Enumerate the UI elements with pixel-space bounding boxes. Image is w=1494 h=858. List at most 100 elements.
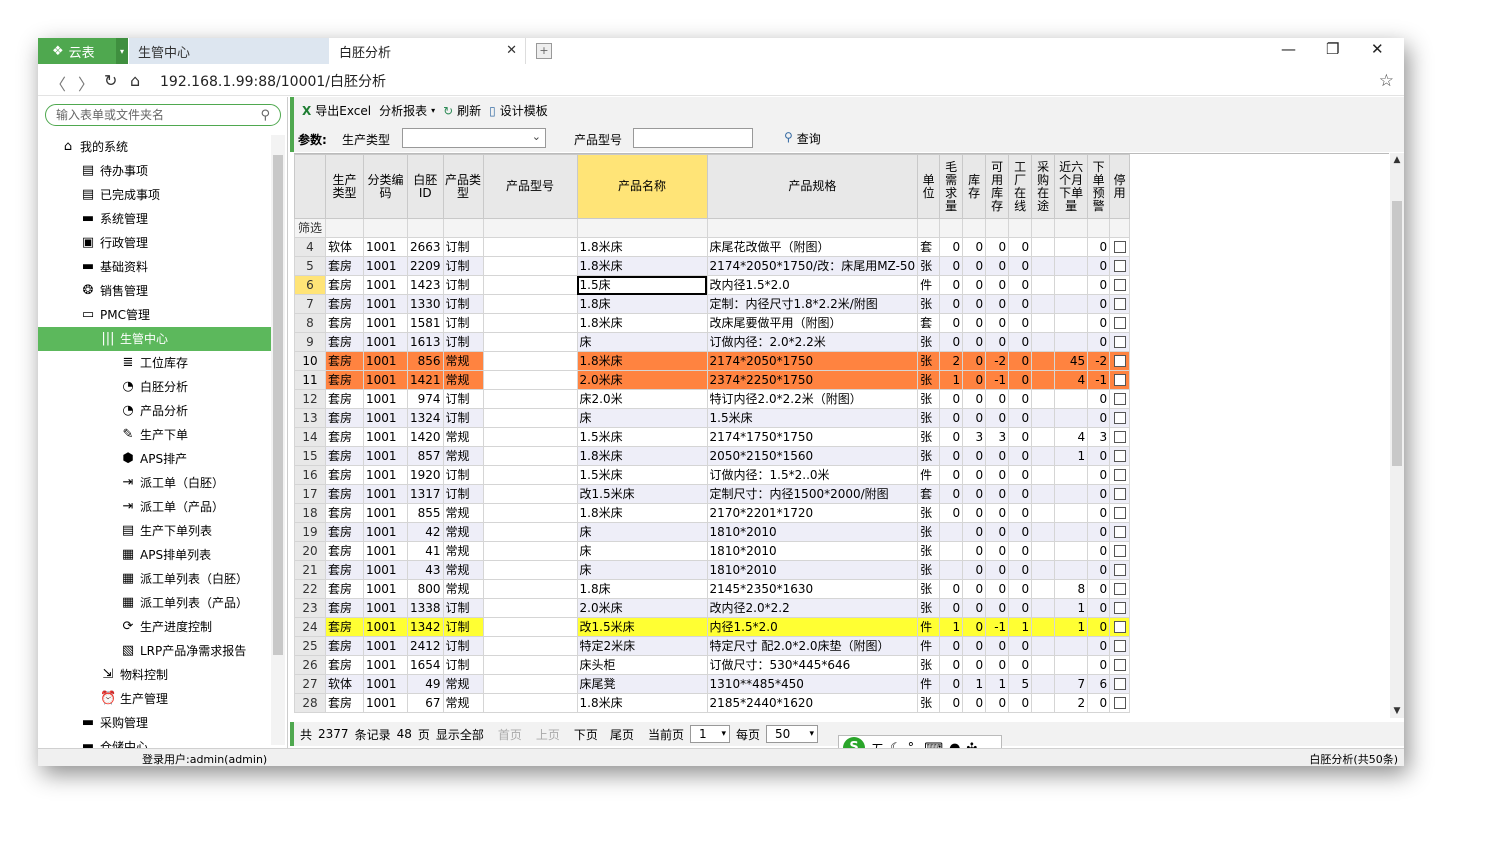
table-row[interactable]: 27 软体 1001 49 常规 床尾凳 1310**485*450 件 0 1 1 5 7 6 [294,674,1131,694]
disabled-checkbox[interactable] [1113,336,1126,348]
sidebar-item[interactable]: ||| 生管中心 [38,327,271,351]
table-row[interactable]: 17 套房 1001 1317 订制 改1.5米床 定制尺寸：内径1500*2000/附图套… [294,484,1131,504]
cell-stock[interactable]: 0 [962,465,987,485]
cell-six[interactable] [1054,522,1089,542]
cell-t[interactable]: 套房 [325,617,364,637]
cell-line[interactable]: 0 [1008,294,1033,314]
row-number[interactable]: 17 [294,484,326,504]
cell-spec[interactable]: 内径1.5*2.0 [706,617,919,637]
cell-gross[interactable]: 0 [939,446,964,466]
sidebar-item[interactable]: ▬ 系统管理 [38,207,271,231]
cell-six[interactable] [1054,332,1089,352]
cell-id[interactable]: 42 [407,522,444,542]
cell-avail[interactable]: 0 [985,636,1010,656]
table-row[interactable]: 9 套房 1001 1613 订制床订做内径：2.0*2.2米张 0 0 0 0 0 [294,332,1131,352]
column-header[interactable]: 毛需求量 [939,154,964,219]
column-header[interactable]: 生产类型 [325,154,364,219]
cell-warn[interactable]: 0 [1087,256,1111,276]
disabled-checkbox[interactable] [1113,545,1126,557]
cell-line[interactable]: 0 [1008,655,1033,675]
cell-warn[interactable]: 3 [1087,427,1111,447]
row-number[interactable]: 6 [294,275,326,295]
cell-avail[interactable]: 0 [985,484,1010,504]
cell-line[interactable]: 0 [1008,446,1033,466]
cell-u[interactable]: 张 [917,503,941,523]
cell-avail[interactable]: 0 [985,693,1010,713]
filter-cell[interactable] [1031,218,1056,238]
row-number[interactable]: 27 [294,674,326,694]
disabled-checkbox[interactable] [1113,697,1126,709]
column-header[interactable]: 下单预警 [1087,154,1111,219]
filter-cell[interactable] [482,218,578,238]
row-number[interactable]: 15 [294,446,326,466]
cell-pt[interactable]: 常规 [442,579,484,599]
cell-spec[interactable]: 特定尺寸 配2.0*2.0床垫（附图） [706,636,919,656]
table-row[interactable]: 26 套房 1001 1654 订制 床头柜 订做尺寸：530*445*646 张 0 0 0 0 0 [294,655,1131,675]
cell-name[interactable]: 床 [576,332,708,352]
restore-icon[interactable]: ❐ [1326,40,1339,58]
cell-six[interactable] [1054,256,1089,276]
cell-c[interactable]: 1001 [363,674,408,694]
cell-gross[interactable]: 0 [939,636,964,656]
cell-six[interactable] [1054,560,1089,580]
cell-c[interactable]: 1001 [363,256,408,276]
cell-line[interactable]: 0 [1008,427,1033,447]
row-number[interactable]: 19 [294,522,326,542]
table-row[interactable]: 20 套房 1001 41 常规床 1810*2010 张 0 0 0 0 [294,541,1131,561]
cell-m[interactable] [482,598,578,618]
cell-spec[interactable]: 2050*2150*1560 [706,446,919,466]
cell-po[interactable] [1031,313,1056,333]
cell-warn[interactable]: 0 [1087,693,1111,713]
cell-warn[interactable]: 0 [1087,522,1111,542]
disabled-checkbox[interactable] [1113,317,1126,329]
per-page-select[interactable]: 50 ▾ [765,725,818,743]
cell-m[interactable] [482,579,578,599]
cell-c[interactable]: 1001 [363,503,408,523]
column-header[interactable]: 近六个月下单量 [1054,154,1089,219]
cell-pt[interactable]: 订制 [442,332,484,352]
cell-pt[interactable]: 常规 [442,370,484,390]
cell-gross[interactable]: 1 [939,370,964,390]
grid-scroll-thumb[interactable] [1392,201,1402,466]
table-row[interactable]: 13 套房 1001 1324 订制床 1.5米床张 0 0 0 0 0 [294,408,1131,428]
cell-t[interactable]: 套房 [325,522,364,542]
cell-stock[interactable]: 0 [962,275,987,295]
design-template-button[interactable]: ▯ 设计模板 [489,102,548,119]
column-header[interactable]: 产品名称 [576,154,708,219]
cell-name[interactable]: 2.0米床 [576,370,708,390]
cell-u[interactable]: 件 [917,465,941,485]
cell-pt[interactable]: 常规 [442,522,484,542]
cell-name[interactable]: 床头柜 [576,655,708,675]
cell-po[interactable] [1031,503,1056,523]
cell-m[interactable] [482,674,578,694]
cell-name[interactable]: 改1.5米床 [576,484,708,504]
cell-gross[interactable]: 0 [939,465,964,485]
minimize-icon[interactable]: — [1281,40,1296,58]
column-header[interactable]: 工厂在线 [1008,154,1033,219]
table-row[interactable]: 7 套房 1001 1330 订制 1.8床 定制：内径尺寸1.8*2.2米/附图张 0 0 0 0… [294,294,1131,314]
cell-avail[interactable]: 0 [985,313,1010,333]
cell-id[interactable]: 1420 [407,427,444,447]
cell-warn[interactable]: 0 [1087,332,1111,352]
cell-u[interactable]: 张 [917,541,941,561]
disabled-checkbox[interactable] [1113,279,1126,291]
cell-six[interactable] [1054,503,1089,523]
cell-id[interactable]: 1421 [407,370,444,390]
cell-po[interactable] [1031,256,1056,276]
cell-t[interactable]: 套房 [325,560,364,580]
cell-six[interactable]: 1 [1054,617,1089,637]
cell-po[interactable] [1031,617,1056,637]
sidebar-item[interactable]: ▬ 采购管理 [38,711,271,735]
cell-name[interactable]: 1.8米床 [576,256,708,276]
cell-name[interactable]: 2.0米床 [576,598,708,618]
row-number[interactable]: 4 [294,237,326,257]
column-header[interactable]: 单位 [917,154,941,219]
row-number[interactable]: 20 [294,541,326,561]
cell-line[interactable]: 0 [1008,503,1033,523]
bookmark-star-icon[interactable]: ☆ [1379,71,1394,91]
cell-t[interactable]: 套房 [325,408,364,428]
cell-spec[interactable]: 订做内径：2.0*2.2米 [706,332,919,352]
cell-id[interactable]: 67 [407,693,444,713]
row-number[interactable]: 11 [294,370,326,390]
cell-m[interactable] [482,484,578,504]
